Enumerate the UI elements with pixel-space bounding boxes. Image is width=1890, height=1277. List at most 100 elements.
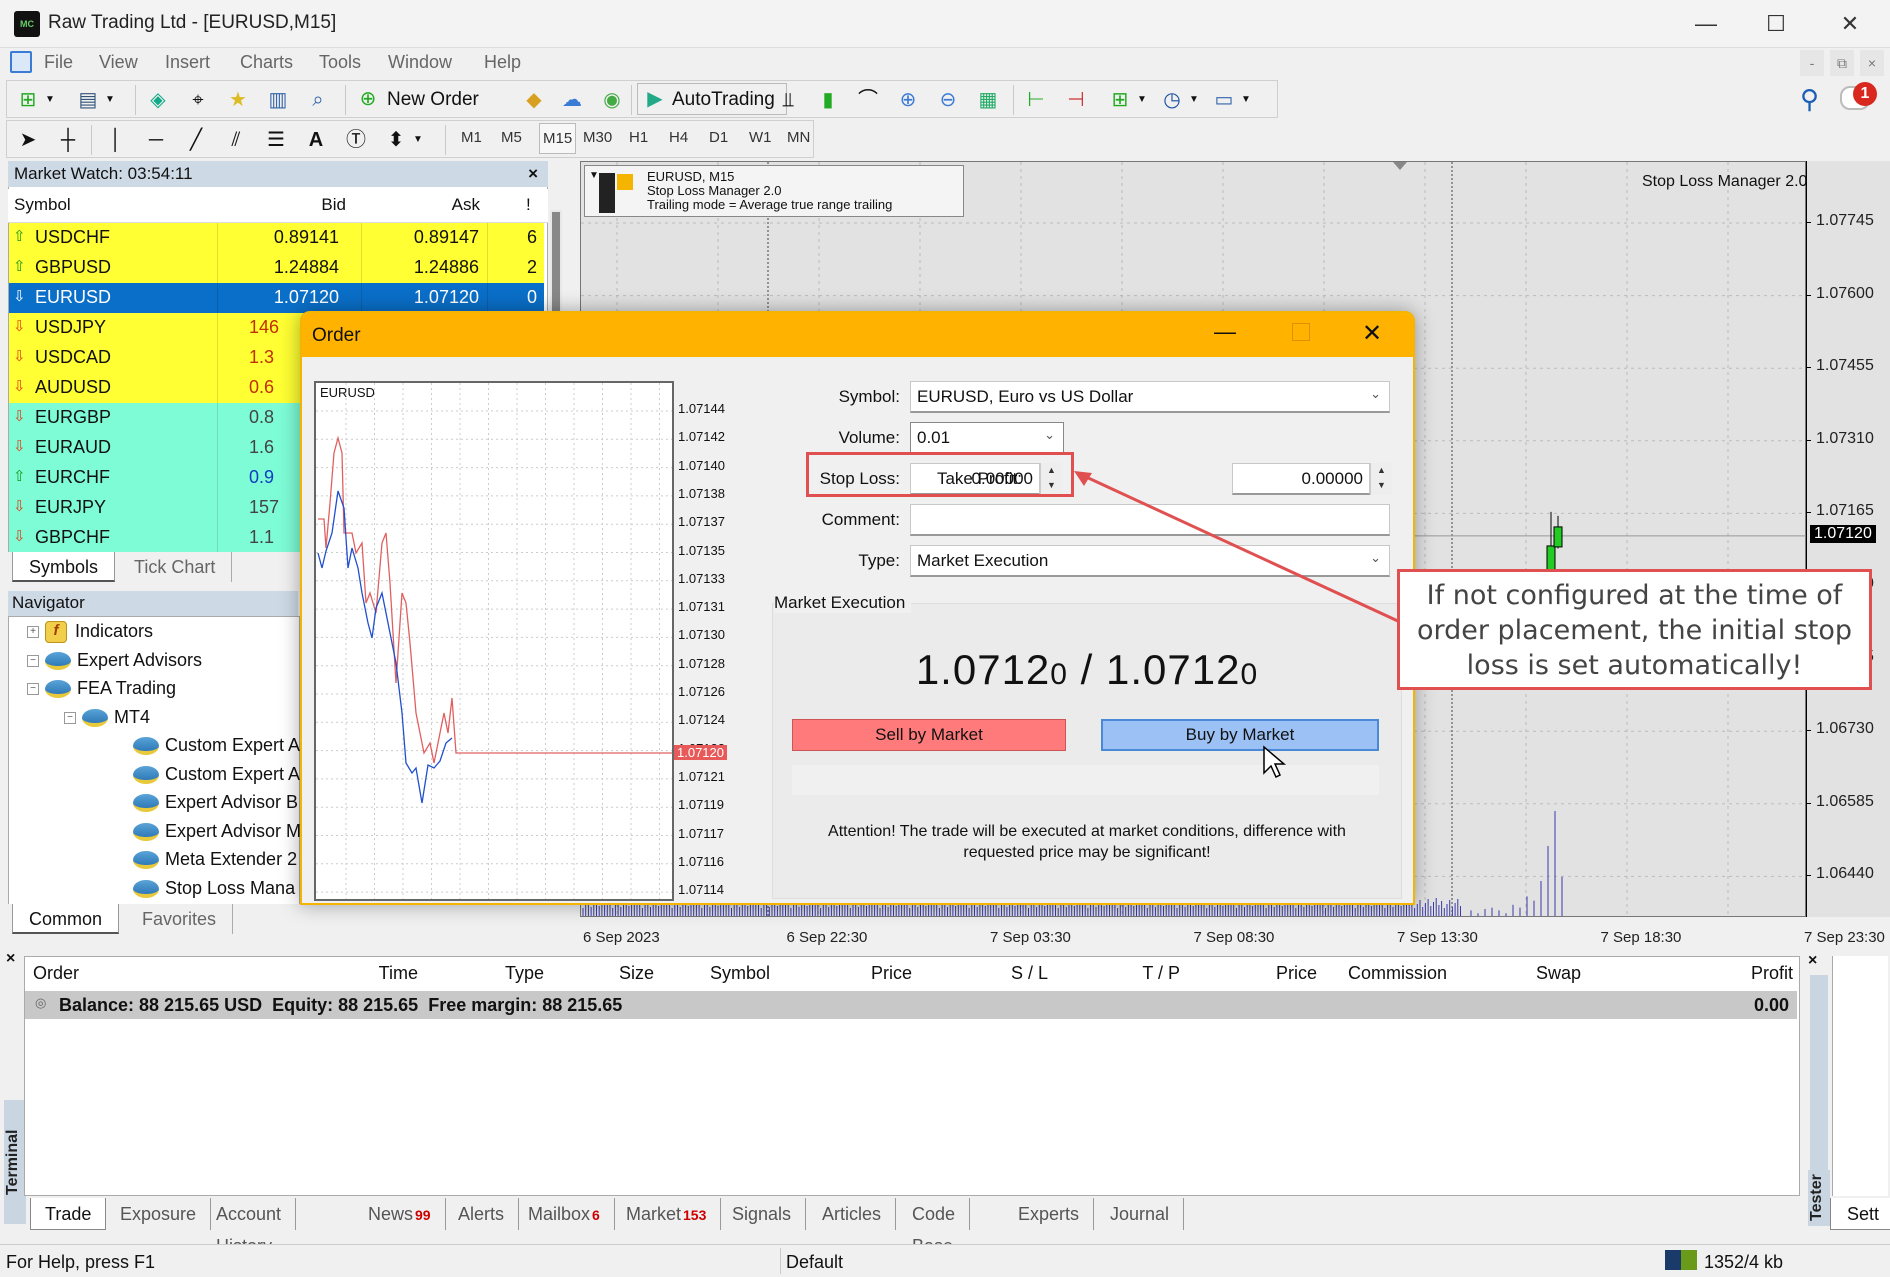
dialog-minimize-button[interactable]: — bbox=[1214, 319, 1236, 345]
menu-charts[interactable]: Charts bbox=[240, 52, 293, 73]
dropdown-arrow-icon[interactable]: ▼ bbox=[1239, 85, 1253, 115]
trendline-icon[interactable]: ╱ bbox=[181, 125, 211, 155]
column-ask[interactable]: Ask bbox=[428, 195, 480, 215]
column-symbol[interactable]: Symbol bbox=[710, 963, 770, 984]
auto-scroll-icon[interactable]: ⊢ bbox=[1021, 85, 1051, 115]
timeframe-m5[interactable]: M5 bbox=[501, 129, 522, 146]
terminal-tab-news[interactable]: News 99 bbox=[354, 1198, 446, 1230]
market-watch-row[interactable]: ⇩ EURUSD 1.07120 1.07120 0 bbox=[9, 283, 544, 313]
navigator-item[interactable]: − MT4 bbox=[64, 707, 150, 728]
terminal-tab-account-history[interactable]: Account History bbox=[202, 1198, 297, 1256]
navigator-item[interactable]: + f Indicators bbox=[27, 621, 153, 644]
close-tester-icon[interactable]: × bbox=[1808, 952, 1817, 970]
autotrading-button[interactable]: ▶ AutoTrading bbox=[637, 83, 787, 115]
text-label-icon[interactable]: Ⓣ bbox=[341, 125, 371, 155]
navigator-item[interactable]: − Expert Advisors bbox=[27, 650, 202, 671]
navigator-item[interactable]: Expert Advisor B bbox=[133, 792, 298, 813]
menu-help[interactable]: Help bbox=[484, 52, 521, 73]
templates-icon[interactable]: ▭ bbox=[1209, 85, 1239, 115]
close-window-button[interactable]: ✕ bbox=[1830, 8, 1870, 40]
terminal-tab-experts[interactable]: Experts bbox=[1004, 1198, 1095, 1230]
tab-favorites[interactable]: Favorites bbox=[126, 904, 234, 934]
data-window-icon[interactable]: ⌖ bbox=[183, 85, 213, 115]
terminal-tab-signals[interactable]: Signals bbox=[718, 1198, 807, 1230]
tab-common[interactable]: Common bbox=[12, 904, 120, 934]
timeframe-d1[interactable]: D1 bbox=[709, 129, 728, 146]
search-icon[interactable]: ⚲ bbox=[1800, 84, 1819, 115]
close-terminal-icon[interactable]: × bbox=[6, 950, 15, 968]
menu-view[interactable]: View bbox=[99, 52, 138, 73]
tab-tick-chart[interactable]: Tick Chart bbox=[118, 552, 233, 582]
market-watch-row[interactable]: ⇧ USDCHF 0.89141 0.89147 6 bbox=[9, 223, 544, 253]
dropdown-arrow-icon[interactable]: ▼ bbox=[411, 125, 425, 155]
timeframe-m30[interactable]: M30 bbox=[583, 129, 612, 146]
minimize-window-button[interactable]: — bbox=[1686, 8, 1726, 40]
dropdown-arrow-icon[interactable]: ▼ bbox=[103, 85, 117, 115]
timeframe-m1[interactable]: M1 bbox=[461, 129, 482, 146]
collapse-icon[interactable]: − bbox=[64, 711, 76, 724]
symbol-select[interactable]: EURUSD, Euro vs US Dollar ⌄ bbox=[910, 381, 1390, 413]
mdi-restore-button[interactable]: ⧉ bbox=[1830, 50, 1854, 76]
profiles-icon[interactable]: ▤ bbox=[73, 85, 103, 115]
vps-icon[interactable]: ☁ bbox=[557, 85, 587, 115]
tab-tester-settings[interactable]: Sett bbox=[1830, 1198, 1890, 1230]
dropdown-arrow-icon[interactable]: ▼ bbox=[1135, 85, 1149, 115]
menu-window[interactable]: Window bbox=[388, 52, 452, 73]
terminal-tab-trade[interactable]: Trade bbox=[30, 1198, 107, 1230]
order-dialog-title-bar[interactable]: Order — ✕ bbox=[302, 313, 1413, 357]
zoom-out-icon[interactable]: ⊖ bbox=[933, 85, 963, 115]
close-market-watch-icon[interactable]: × bbox=[528, 164, 538, 184]
strategy-tester-icon[interactable]: ⌕ bbox=[303, 85, 333, 115]
terminal-tab-market[interactable]: Market 153 bbox=[612, 1198, 722, 1230]
expand-icon[interactable]: + bbox=[27, 626, 39, 639]
maximize-window-button[interactable]: ☐ bbox=[1756, 8, 1796, 40]
column-profit[interactable]: Profit bbox=[1751, 963, 1793, 984]
indicators-list-icon[interactable]: ⊞ bbox=[1105, 85, 1135, 115]
navigator-item[interactable]: Stop Loss Mana bbox=[133, 878, 295, 899]
bar-chart-icon[interactable]: ⫫ bbox=[773, 85, 803, 115]
timeframe-h4[interactable]: H4 bbox=[669, 129, 688, 146]
signals-icon[interactable]: ◉ bbox=[597, 85, 627, 115]
menu-tools[interactable]: Tools bbox=[319, 52, 361, 73]
column-price[interactable]: Price bbox=[871, 963, 912, 984]
timeframe-w1[interactable]: W1 bbox=[749, 129, 772, 146]
menu-file[interactable]: File bbox=[44, 52, 73, 73]
column-size[interactable]: Size bbox=[619, 963, 654, 984]
equidistant-channel-icon[interactable]: ⫽ bbox=[221, 125, 251, 155]
crosshair-icon[interactable]: ┼ bbox=[53, 125, 83, 155]
chart-shift-icon[interactable]: ⊣ bbox=[1061, 85, 1091, 115]
tile-windows-icon[interactable]: ▦ bbox=[973, 85, 1003, 115]
scrollbar-thumb[interactable] bbox=[552, 212, 560, 312]
navigator-item[interactable]: Custom Expert A bbox=[133, 764, 300, 785]
column-tp[interactable]: T / P bbox=[1142, 963, 1180, 984]
column-swap[interactable]: Swap bbox=[1536, 963, 1581, 984]
horizontal-line-icon[interactable]: ─ bbox=[141, 125, 171, 155]
navigator-icon[interactable]: ★ bbox=[223, 85, 253, 115]
collapse-arrow-icon[interactable]: ▼ bbox=[589, 170, 599, 181]
new-chart-icon[interactable]: ⊞ bbox=[13, 85, 43, 115]
column-sl[interactable]: S / L bbox=[1011, 963, 1048, 984]
column-order[interactable]: Order bbox=[33, 963, 79, 984]
dropdown-arrow-icon[interactable]: ▼ bbox=[43, 85, 57, 115]
column-type[interactable]: Type bbox=[505, 963, 544, 984]
periods-clock-icon[interactable]: ◷ bbox=[1157, 85, 1187, 115]
timeframe-m15[interactable]: M15 bbox=[539, 123, 577, 154]
terminal-tab-code-base[interactable]: Code Base bbox=[898, 1198, 971, 1256]
line-chart-icon[interactable]: ⌒ bbox=[853, 85, 883, 115]
mdi-close-button[interactable]: × bbox=[1860, 50, 1884, 76]
navigator-item[interactable]: Meta Extender 2 bbox=[133, 849, 297, 870]
terminal-icon[interactable]: ▥ bbox=[263, 85, 293, 115]
market-watch-icon[interactable]: ◈ bbox=[143, 85, 173, 115]
vertical-line-icon[interactable]: │ bbox=[101, 125, 131, 155]
column-price[interactable]: Price bbox=[1276, 963, 1317, 984]
terminal-tab-journal[interactable]: Journal bbox=[1096, 1198, 1185, 1230]
arrows-icon[interactable]: ⬍ bbox=[381, 125, 411, 155]
column-symbol[interactable]: Symbol bbox=[14, 195, 71, 215]
dialog-maximize-button[interactable] bbox=[1292, 323, 1310, 341]
volume-select[interactable]: 0.01 ⌄ bbox=[910, 422, 1064, 454]
terminal-tab-alerts[interactable]: Alerts bbox=[444, 1198, 520, 1230]
terminal-tab-exposure[interactable]: Exposure bbox=[106, 1198, 212, 1230]
collapse-icon[interactable]: − bbox=[27, 683, 39, 696]
column-commission[interactable]: Commission bbox=[1348, 963, 1447, 984]
navigator-item[interactable]: − FEA Trading bbox=[27, 678, 176, 699]
